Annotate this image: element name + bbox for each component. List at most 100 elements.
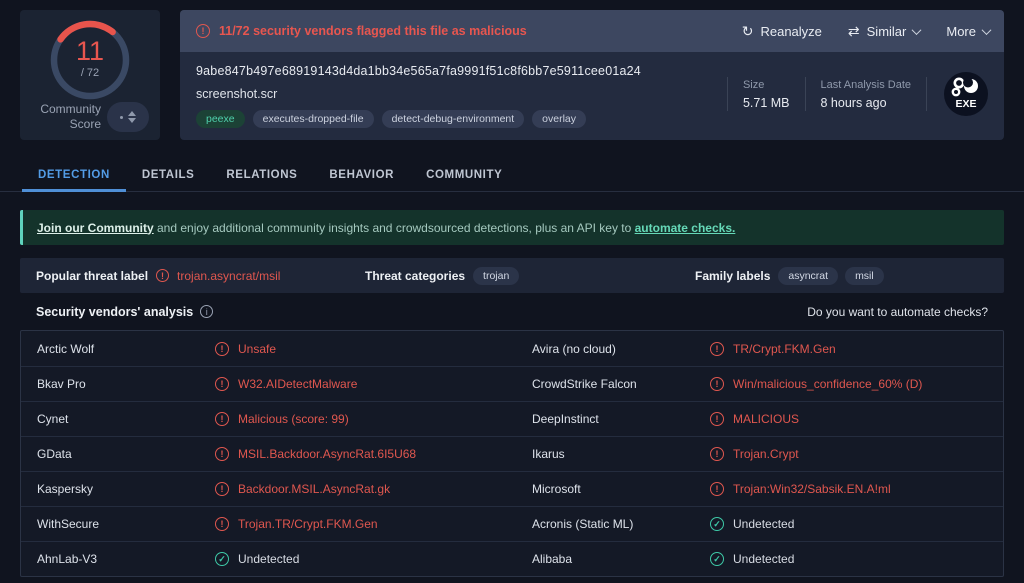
family-label-pill[interactable]: msil	[845, 267, 884, 285]
file-size: Size 5.71 MB	[743, 79, 790, 110]
family-labels-group: Family labels asyncratmsil	[695, 267, 884, 285]
file-tag-overlay[interactable]: overlay	[532, 110, 586, 128]
analysis-title: Security vendors' analysis	[36, 305, 193, 319]
report-tabs: DETECTIONDETAILSRELATIONSBEHAVIORCOMMUNI…	[0, 158, 1024, 192]
divider	[926, 77, 927, 111]
detection-result: !Trojan:Win32/Sabsik.EN.A!ml	[710, 482, 891, 496]
detection-result-text: Win/malicious_confidence_60% (D)	[733, 377, 922, 391]
vendor-name: Bkav Pro	[37, 377, 215, 391]
vendor-cell: Ikarus! Trojan.Crypt	[512, 437, 1003, 471]
divider	[727, 77, 728, 111]
alert-icon: !	[710, 482, 724, 496]
info-icon[interactable]: i	[200, 305, 213, 318]
community-vote-control[interactable]	[107, 102, 149, 132]
vendor-row: GData! MSIL.Backdoor.AsyncRat.6I5U68 Ikaru…	[21, 436, 1003, 471]
vendor-row: AhnLab-V3✓UndetectedAlibaba✓Undetected	[21, 541, 1003, 576]
alert-icon: !	[215, 482, 229, 496]
tab-community[interactable]: COMMUNITY	[410, 158, 518, 192]
alert-icon: !	[215, 342, 229, 356]
vote-carets-icon	[128, 111, 136, 123]
alert-icon: !	[215, 412, 229, 426]
vendor-row: Bkav Pro! W32.AIDetectMalware CrowdStrike …	[21, 366, 1003, 401]
tab-detection[interactable]: DETECTION	[22, 158, 126, 192]
family-label-pill[interactable]: asyncrat	[778, 267, 838, 285]
detection-result-text: Trojan.TR/Crypt.FKM.Gen	[238, 517, 378, 531]
vendor-row: Arctic Wolf!UnsafeAvira (no cloud)!TR/Cr…	[21, 331, 1003, 366]
community-score-label: Community Score	[31, 102, 101, 132]
detection-result: ! Trojan.Crypt	[710, 447, 799, 461]
threat-category-pill[interactable]: trojan	[473, 267, 519, 285]
detection-result-text: Malicious (score: 99)	[238, 412, 349, 426]
file-header-panel: ! 11/72 security vendors flagged this fi…	[180, 10, 1004, 140]
svg-text:EXE: EXE	[955, 98, 976, 110]
detection-result-text: MALICIOUS	[733, 412, 799, 426]
alert-icon: !	[215, 447, 229, 461]
divider	[805, 77, 806, 111]
vendor-name: CrowdStrike Falcon	[532, 377, 710, 391]
vote-dot-icon	[120, 116, 123, 119]
threat-categories-group: Threat categories trojan	[365, 267, 519, 285]
detection-result-text: W32.AIDetectMalware	[238, 377, 357, 391]
vendor-name: WithSecure	[37, 517, 215, 531]
detection-result: ! MSIL.Backdoor.AsyncRat.6I5U68	[215, 447, 416, 461]
detection-result: ! Malicious (score: 99)	[215, 412, 349, 426]
detections-count: 11	[76, 38, 104, 65]
alert-icon: !	[215, 377, 229, 391]
detection-score-gauge: 11 / 72	[48, 18, 132, 98]
vendor-cell: Cynet!Malicious (score: 99)	[21, 402, 512, 436]
more-button[interactable]: More	[946, 24, 990, 39]
malicious-alert-bar: ! 11/72 security vendors flagged this fi…	[180, 10, 1004, 52]
detection-result-text: Backdoor.MSIL.AsyncRat.gk	[238, 482, 390, 496]
chevron-down-icon	[912, 25, 922, 35]
file-tag-peexe[interactable]: peexe	[196, 110, 245, 128]
security-vendors-table: Arctic Wolf!UnsafeAvira (no cloud)!TR/Cr…	[20, 330, 1004, 577]
detection-result: ✓Undetected	[710, 552, 794, 566]
vendor-name: Ikarus	[532, 447, 710, 461]
join-community-link[interactable]: Join our Community	[37, 221, 154, 235]
vendor-cell: Alibaba✓Undetected	[512, 542, 1003, 576]
alert-icon: !	[196, 24, 210, 38]
detections-total: / 72	[81, 67, 99, 79]
similar-button[interactable]: ⇄ Similar	[848, 24, 920, 39]
alert-icon: !	[156, 269, 169, 282]
vendor-row: Cynet!Malicious (score: 99)DeepInstinct!…	[21, 401, 1003, 436]
detection-result: !TR/Crypt.FKM.Gen	[710, 342, 836, 356]
alert-icon: !	[710, 447, 724, 461]
analysis-header: Security vendors' analysis i Do you want…	[20, 293, 1004, 330]
reanalyze-button[interactable]: ↻ Reanalyze	[742, 24, 822, 39]
vendor-cell: WithSecure!Trojan.TR/Crypt.FKM.Gen	[21, 507, 512, 541]
tab-behavior[interactable]: BEHAVIOR	[313, 158, 410, 192]
vendor-cell: Microsoft!Trojan:Win32/Sabsik.EN.A!ml	[512, 472, 1003, 506]
reanalyze-icon: ↻	[742, 24, 754, 38]
vendor-name: GData	[37, 447, 215, 461]
exe-file-type-icon: EXE	[942, 70, 990, 118]
vendor-name: Microsoft	[532, 482, 710, 496]
automate-checks-prompt[interactable]: Do you want to automate checks?	[807, 305, 988, 319]
vendor-cell: AhnLab-V3✓Undetected	[21, 542, 512, 576]
tab-details[interactable]: DETAILS	[126, 158, 211, 192]
vendor-name: Alibaba	[532, 552, 710, 566]
detection-result-text: Trojan.Crypt	[733, 447, 799, 461]
vendor-cell: CrowdStrike Falcon!Win/malicious_confide…	[512, 367, 1003, 401]
threat-label-bar: Popular threat label ! trojan.asyncrat/m…	[20, 258, 1004, 293]
detection-result-text: Undetected	[733, 552, 794, 566]
automate-checks-link[interactable]: automate checks.	[635, 221, 736, 235]
popular-threat-value[interactable]: trojan.asyncrat/msil	[177, 269, 280, 283]
vendor-name: Avira (no cloud)	[532, 342, 710, 356]
community-banner: Join our Community and enjoy additional …	[20, 210, 1004, 245]
detection-result-text: Undetected	[238, 552, 299, 566]
community-score-card: 11 / 72 Community Score	[20, 10, 160, 140]
file-tag-executes-dropped-file[interactable]: executes-dropped-file	[253, 110, 374, 128]
tab-relations[interactable]: RELATIONS	[210, 158, 313, 192]
vendor-cell: Avira (no cloud)!TR/Crypt.FKM.Gen	[512, 331, 1003, 366]
similar-icon: ⇄	[848, 24, 860, 38]
vendor-name: Arctic Wolf	[37, 342, 215, 356]
detection-result-text: MSIL.Backdoor.AsyncRat.6I5U68	[238, 447, 416, 461]
file-meta: Size 5.71 MB Last Analysis Date 8 hours …	[727, 66, 990, 122]
file-info-section: 9abe847b497e68919143d4da1bb34e565a7fa999…	[180, 52, 1004, 140]
alert-message: 11/72 security vendors flagged this file…	[219, 24, 527, 38]
vendor-name: AhnLab-V3	[37, 552, 215, 566]
file-tag-detect-debug-environment[interactable]: detect-debug-environment	[382, 110, 525, 128]
vendor-cell: Bkav Pro! W32.AIDetectMalware	[21, 367, 512, 401]
detection-result: !Trojan.TR/Crypt.FKM.Gen	[215, 517, 378, 531]
